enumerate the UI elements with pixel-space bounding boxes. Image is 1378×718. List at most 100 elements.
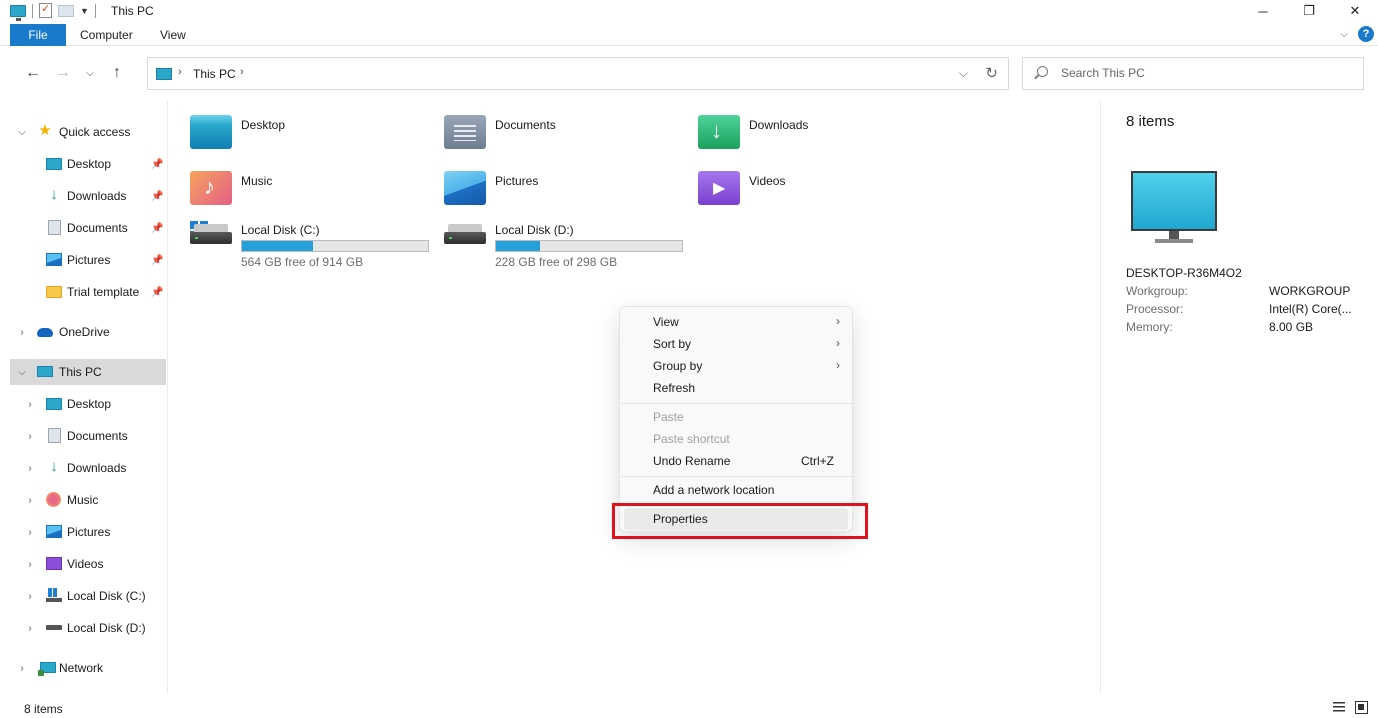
chevron-down-icon[interactable]: ⌵ bbox=[16, 127, 28, 138]
title-bar: ▼ This PC ─ ❐ ✕ bbox=[0, 0, 1378, 22]
refresh-icon[interactable]: ↻ bbox=[985, 64, 998, 82]
chevron-right-icon[interactable]: › bbox=[24, 591, 36, 602]
tab-computer[interactable]: Computer bbox=[80, 24, 133, 46]
pictures-icon bbox=[46, 525, 62, 538]
music-icon bbox=[46, 492, 61, 507]
drive-usage-fill bbox=[496, 241, 540, 251]
sidebar-item-quick-access[interactable]: ⌵ ★ Quick access bbox=[10, 119, 166, 145]
sidebar-item-label: Local Disk (D:) bbox=[67, 621, 146, 635]
folder-pictures[interactable]: Pictures bbox=[423, 156, 673, 205]
sidebar-item-this-pc[interactable]: ⌵ This PC bbox=[10, 359, 166, 385]
menu-item-undo-rename[interactable]: Undo Rename Ctrl+Z bbox=[624, 450, 848, 472]
sidebar-item-local-disk-c[interactable]: › Local Disk (C:) bbox=[10, 583, 166, 609]
forward-button[interactable]: → bbox=[48, 62, 78, 84]
chevron-down-icon[interactable]: ⌵ bbox=[16, 367, 28, 378]
pictures-icon bbox=[46, 253, 62, 266]
close-button[interactable]: ✕ bbox=[1332, 0, 1378, 22]
menu-item-paste[interactable]: Paste bbox=[624, 406, 848, 428]
this-pc-icon bbox=[37, 366, 53, 377]
drive-local-disk-c[interactable]: Local Disk (C:) 564 GB free of 914 GB bbox=[169, 200, 429, 269]
chevron-right-icon[interactable]: › bbox=[24, 623, 36, 634]
sidebar-item-local-disk-d[interactable]: › Local Disk (D:) bbox=[10, 615, 166, 641]
pin-icon: 📌 bbox=[151, 222, 164, 234]
drive-free-space: 228 GB free of 298 GB bbox=[495, 255, 618, 269]
menu-item-add-network-location[interactable]: Add a network location bbox=[624, 479, 848, 501]
folder-music[interactable]: Music bbox=[169, 156, 419, 205]
drive-local-disk-d[interactable]: Local Disk (D:) 228 GB free of 298 GB bbox=[423, 200, 683, 269]
chevron-right-icon[interactable]: › bbox=[24, 463, 36, 474]
menu-item-group-by[interactable]: Group by › bbox=[624, 355, 848, 377]
sidebar-item-label: Local Disk (C:) bbox=[67, 589, 146, 603]
menu-item-paste-shortcut[interactable]: Paste shortcut bbox=[624, 428, 848, 450]
sidebar-item-documents[interactable]: › Documents bbox=[10, 423, 166, 449]
breadcrumb-separator[interactable]: › bbox=[240, 66, 244, 78]
chevron-right-icon[interactable]: › bbox=[24, 527, 36, 538]
sidebar-item-label: Trial template bbox=[67, 285, 140, 299]
chevron-right-icon: › bbox=[836, 336, 840, 350]
new-folder-icon[interactable] bbox=[58, 4, 74, 17]
up-button[interactable]: ↑ bbox=[102, 62, 132, 84]
pin-icon: 📌 bbox=[151, 190, 164, 202]
menu-item-refresh[interactable]: Refresh bbox=[624, 377, 848, 399]
breadcrumb-this-pc[interactable]: This PC bbox=[193, 67, 236, 81]
sidebar-item-pictures[interactable]: › Pictures bbox=[10, 519, 166, 545]
expand-ribbon-icon[interactable]: ⌵ bbox=[1340, 29, 1348, 40]
sidebar-item-network[interactable]: › Network bbox=[10, 655, 166, 681]
folder-documents[interactable]: Documents bbox=[423, 100, 673, 149]
menu-separator bbox=[621, 476, 853, 477]
sidebar-item-videos[interactable]: › Videos bbox=[10, 551, 166, 577]
folder-desktop[interactable]: Desktop bbox=[169, 100, 419, 149]
sidebar-item-label: Desktop bbox=[67, 157, 112, 171]
sidebar-item-desktop[interactable]: › Desktop bbox=[10, 391, 166, 417]
breadcrumb-separator[interactable]: › bbox=[178, 66, 182, 78]
menu-item-sort-by[interactable]: Sort by › bbox=[624, 333, 848, 355]
sidebar-item-trial-template[interactable]: Trial template 📌 bbox=[10, 279, 166, 305]
menu-item-view[interactable]: View › bbox=[624, 311, 848, 333]
sidebar-item-music[interactable]: › Music bbox=[10, 487, 166, 513]
search-box[interactable] bbox=[1022, 57, 1364, 90]
chevron-right-icon[interactable]: › bbox=[24, 399, 36, 410]
minimize-button[interactable]: ─ bbox=[1240, 0, 1286, 22]
sidebar-item-pictures-pinned[interactable]: Pictures 📌 bbox=[10, 247, 166, 273]
large-icons-view-icon[interactable] bbox=[1355, 701, 1368, 714]
recent-locations-button[interactable]: ⌵ bbox=[78, 62, 102, 84]
sidebar-item-desktop-pinned[interactable]: Desktop 📌 bbox=[10, 151, 166, 177]
back-button[interactable]: ← bbox=[18, 62, 48, 84]
property-key: Memory: bbox=[1126, 320, 1173, 334]
quick-access-toolbar: ▼ bbox=[10, 2, 96, 21]
pin-icon: 📌 bbox=[151, 254, 164, 266]
chevron-right-icon[interactable]: › bbox=[24, 559, 36, 570]
sidebar-item-downloads-pinned[interactable]: ↓ Downloads 📌 bbox=[10, 183, 166, 209]
documents-icon bbox=[48, 428, 61, 443]
chevron-right-icon: › bbox=[836, 314, 840, 328]
window-title: This PC bbox=[111, 4, 154, 18]
chevron-right-icon[interactable]: › bbox=[16, 663, 28, 674]
sidebar-item-label: Pictures bbox=[67, 525, 111, 539]
address-history-dropdown-icon[interactable]: ⌵ bbox=[959, 66, 968, 81]
chevron-right-icon[interactable]: › bbox=[24, 495, 36, 506]
folder-downloads[interactable]: Downloads bbox=[677, 100, 927, 149]
customize-toolbar-icon[interactable]: ▼ bbox=[80, 6, 89, 16]
sidebar-item-documents-pinned[interactable]: Documents 📌 bbox=[10, 215, 166, 241]
sidebar-item-label: Network bbox=[59, 661, 104, 675]
sidebar-item-downloads[interactable]: › ↓ Downloads bbox=[10, 455, 166, 481]
search-input[interactable] bbox=[1061, 66, 1351, 80]
chevron-right-icon[interactable]: › bbox=[24, 431, 36, 442]
details-view-icon[interactable] bbox=[1333, 702, 1345, 713]
sidebar-item-onedrive[interactable]: › OneDrive bbox=[10, 319, 166, 345]
videos-folder-icon bbox=[698, 171, 740, 205]
chevron-right-icon[interactable]: › bbox=[16, 327, 28, 338]
maximize-button[interactable]: ❐ bbox=[1286, 0, 1332, 22]
folder-videos[interactable]: Videos bbox=[677, 156, 927, 205]
properties-highlight-box bbox=[612, 503, 868, 539]
downloads-icon: ↓ bbox=[50, 458, 58, 475]
folder-label: Downloads bbox=[749, 118, 809, 132]
properties-icon[interactable] bbox=[39, 2, 52, 18]
network-icon bbox=[38, 662, 56, 676]
help-icon[interactable]: ? bbox=[1358, 26, 1374, 42]
tab-file[interactable]: File bbox=[10, 24, 66, 46]
sidebar-item-label: This PC bbox=[59, 365, 102, 379]
address-bar[interactable]: › This PC › ⌵ ↻ bbox=[147, 57, 1009, 90]
tab-view[interactable]: View bbox=[160, 24, 186, 46]
menu-item-label: View bbox=[653, 315, 679, 329]
